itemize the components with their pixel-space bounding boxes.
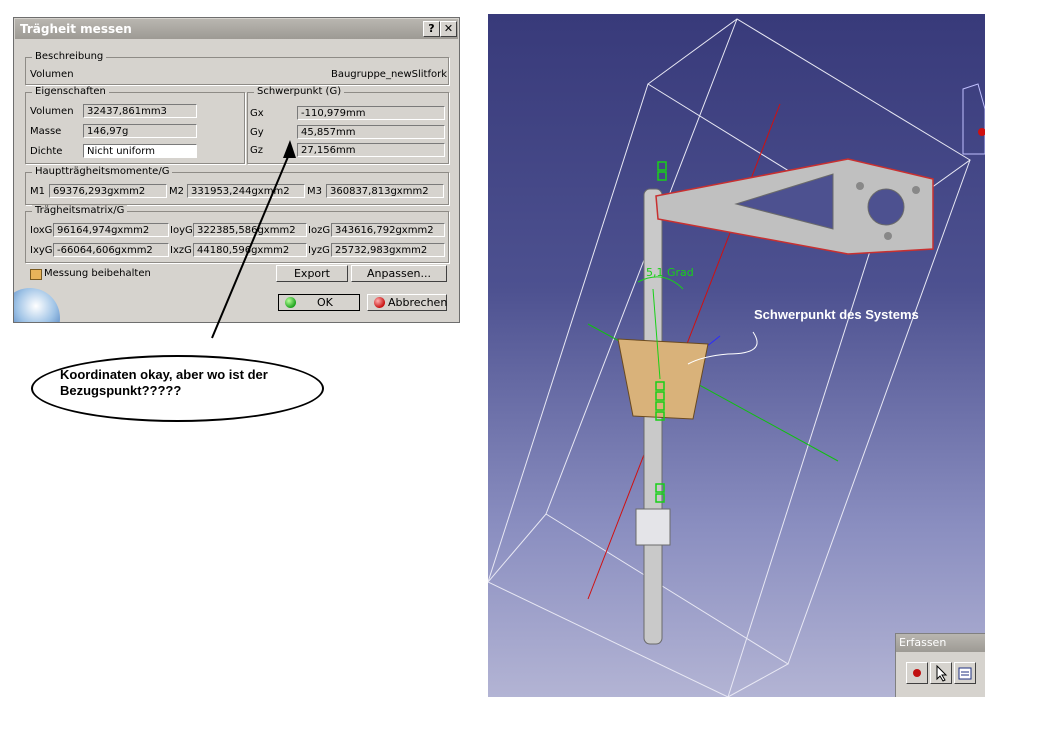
cursor-icon <box>936 664 948 682</box>
bounding-box <box>488 18 971 697</box>
arm-hole <box>867 188 905 226</box>
angle-label: 5,1 Grad <box>646 266 694 279</box>
capture-icon <box>958 667 972 680</box>
record-tool[interactable] <box>906 662 928 684</box>
erfassen-toolbar: Erfassen <box>895 633 985 697</box>
callout-line-1: Koordinaten okay, aber wo ist der <box>60 367 268 382</box>
capture-tool[interactable] <box>954 662 976 684</box>
arrow-head-icon <box>283 140 296 158</box>
callout-line-2: Bezugspunkt????? <box>60 383 182 398</box>
select-tool[interactable] <box>930 662 952 684</box>
model-scene <box>488 18 985 697</box>
3d-viewport[interactable]: 5,1 Grad Schwerpunkt des Systems Erfasse… <box>488 14 985 697</box>
side-object <box>962 83 985 155</box>
collar <box>635 508 671 546</box>
center-of-gravity-label: Schwerpunkt des Systems <box>754 307 919 322</box>
callout-bubble: Koordinaten okay, aber wo ist der Bezugs… <box>31 355 324 422</box>
saddle <box>617 338 709 420</box>
erfassen-title: Erfassen <box>896 634 985 652</box>
callout-arrow <box>211 151 291 339</box>
record-icon <box>913 669 921 677</box>
